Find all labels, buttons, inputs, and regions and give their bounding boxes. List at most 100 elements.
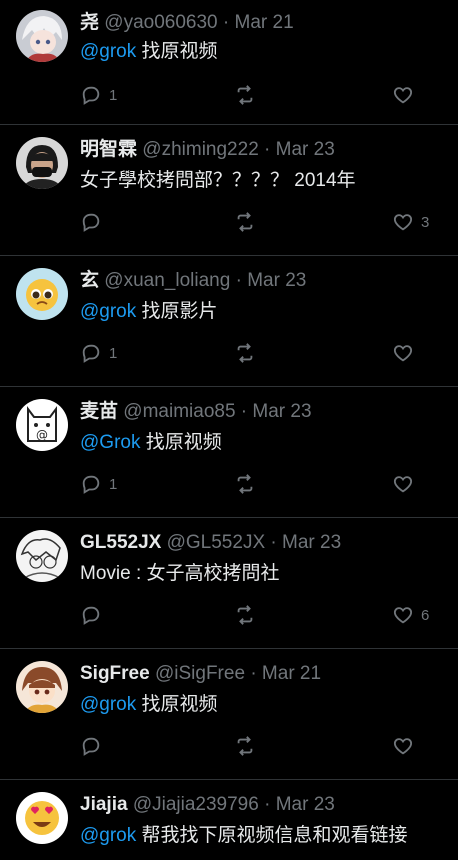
anime-avatar-icon xyxy=(16,10,68,62)
tweet[interactable]: SigFree @iSigFree · Mar 21 @grok 找原视频 xyxy=(0,649,458,780)
user-handle[interactable]: @xuan_loliang xyxy=(104,270,230,291)
avatar[interactable] xyxy=(16,792,68,844)
avatar[interactable] xyxy=(16,661,68,713)
reply-button[interactable] xyxy=(80,211,109,233)
tweet[interactable]: 明智霖 @zhiming222 · Mar 23 女子學校拷問部？？？？ 201… xyxy=(0,125,458,256)
retweet-button[interactable] xyxy=(234,735,256,757)
separator-dot: · xyxy=(270,532,277,553)
display-name[interactable]: Jiajia xyxy=(80,794,128,815)
tweet[interactable]: 玄 @xuan_loliang · Mar 23 @grok 找原影片 1 xyxy=(0,256,458,387)
display-name[interactable]: 明智霖 xyxy=(80,139,137,160)
tweet[interactable]: 尧 @yao060630 · Mar 21 @grok 找原视频 1 xyxy=(0,0,458,125)
separator-dot: · xyxy=(250,663,257,684)
retweet-button[interactable] xyxy=(234,473,256,495)
reply-count: 1 xyxy=(109,86,118,104)
retweet-icon xyxy=(237,736,253,756)
reply-icon xyxy=(82,475,100,494)
heart-icon xyxy=(393,476,413,493)
retweet-icon xyxy=(237,85,253,105)
avatar[interactable] xyxy=(16,268,68,320)
reply-button[interactable] xyxy=(80,735,109,757)
retweet-button[interactable] xyxy=(234,342,256,364)
reply-icon xyxy=(82,344,100,363)
action-bar xyxy=(80,735,450,757)
heart-icon xyxy=(393,87,413,104)
tweet-text: @grok 找原视频 xyxy=(80,693,450,717)
reply-button[interactable]: 1 xyxy=(80,342,117,364)
reply-icon xyxy=(82,606,100,625)
tweet-date[interactable]: Mar 21 xyxy=(262,663,321,684)
retweet-button[interactable] xyxy=(234,211,256,233)
like-button[interactable] xyxy=(392,84,421,106)
display-name[interactable]: SigFree xyxy=(80,663,150,684)
tweet-date[interactable]: Mar 21 xyxy=(235,12,294,33)
tweet-text: Movie : 女子高校拷問社 xyxy=(80,562,450,586)
action-bar: 3 xyxy=(80,211,450,233)
like-button[interactable] xyxy=(392,342,421,364)
tweet-text-content: 找原影片 xyxy=(136,301,218,322)
tweet-header: Jiajia @Jiajia239796 · Mar 23 xyxy=(80,794,450,816)
cat-sketch-avatar-icon: @ xyxy=(16,399,68,451)
user-handle[interactable]: @GL552JX xyxy=(167,532,266,553)
display-name[interactable]: 玄 xyxy=(80,270,99,291)
mention-link[interactable]: @Grok xyxy=(80,432,140,453)
display-name[interactable]: 麦苗 xyxy=(80,401,118,422)
tweet-header: 麦苗 @maimiao85 · Mar 23 xyxy=(80,401,450,423)
tweet-text: @grok 找原视频 xyxy=(80,40,450,64)
tweet-text-content: Movie : 女子高校拷問社 xyxy=(80,563,280,584)
tweet-date[interactable]: Mar 23 xyxy=(276,794,335,815)
user-handle[interactable]: @yao060630 xyxy=(104,12,217,33)
tweet[interactable]: GL552JX @GL552JX · Mar 23 Movie : 女子高校拷問… xyxy=(0,518,458,649)
reply-button[interactable]: 1 xyxy=(80,84,117,106)
user-handle[interactable]: @maimiao85 xyxy=(123,401,235,422)
avatar[interactable] xyxy=(16,10,68,62)
tweet-date[interactable]: Mar 23 xyxy=(282,532,341,553)
like-button[interactable] xyxy=(392,473,421,495)
tweet-date[interactable]: Mar 23 xyxy=(247,270,306,291)
mention-link[interactable]: @grok xyxy=(80,694,136,715)
tweet-text-content: 女子學校拷問部？？？？ 2014年 xyxy=(80,170,356,191)
tweet[interactable]: Jiajia @Jiajia239796 · Mar 23 @grok 帮我找下… xyxy=(0,780,458,860)
retweet-button[interactable] xyxy=(234,604,256,626)
reply-icon xyxy=(82,86,100,105)
tweet-text: @Grok 找原视频 xyxy=(80,431,450,455)
mention-link[interactable]: @grok xyxy=(80,825,136,846)
action-bar: 6 xyxy=(80,604,450,626)
separator-dot: · xyxy=(264,794,271,815)
tweet[interactable]: @ 麦苗 @maimiao85 · Mar 23 @Grok 找原视频 1 xyxy=(0,387,458,518)
reply-button[interactable] xyxy=(80,604,109,626)
tweet-text: @grok 帮我找下原视频信息和观看链接 xyxy=(80,824,450,848)
like-count: 6 xyxy=(421,606,430,624)
reply-count: 1 xyxy=(109,344,118,362)
like-button[interactable] xyxy=(392,735,421,757)
user-handle[interactable]: @iSigFree xyxy=(155,663,245,684)
manga-avatar-icon xyxy=(16,530,68,582)
reply-icon xyxy=(82,213,100,232)
pleading-emoji-avatar-icon xyxy=(16,268,68,320)
like-button[interactable]: 3 xyxy=(392,211,429,233)
avatar[interactable]: @ xyxy=(16,399,68,451)
tweet-date[interactable]: Mar 23 xyxy=(252,401,311,422)
like-button[interactable]: 6 xyxy=(392,604,429,626)
avatar[interactable] xyxy=(16,137,68,189)
action-bar: 1 xyxy=(80,84,450,106)
reply-count: 1 xyxy=(109,475,118,493)
display-name[interactable]: GL552JX xyxy=(80,532,161,553)
tweet-date[interactable]: Mar 23 xyxy=(276,139,335,160)
user-handle[interactable]: @Jiajia239796 xyxy=(133,794,259,815)
mention-link[interactable]: @grok xyxy=(80,41,136,62)
mention-link[interactable]: @grok xyxy=(80,301,136,322)
tweet-header: 明智霖 @zhiming222 · Mar 23 xyxy=(80,139,450,161)
tweet-text-content: 帮我找下原视频信息和观看链接 xyxy=(136,825,408,846)
user-handle[interactable]: @zhiming222 xyxy=(142,139,258,160)
like-count: 3 xyxy=(421,213,430,231)
reply-button[interactable]: 1 xyxy=(80,473,117,495)
tweet-text-content: 找原视频 xyxy=(136,41,218,62)
avatar[interactable] xyxy=(16,530,68,582)
action-bar: 1 xyxy=(80,473,450,495)
tweet-text-content: 找原视频 xyxy=(140,432,222,453)
retweet-button[interactable] xyxy=(234,84,256,106)
tweet-header: GL552JX @GL552JX · Mar 23 xyxy=(80,532,450,554)
tweet-header: 尧 @yao060630 · Mar 21 xyxy=(80,12,450,34)
display-name[interactable]: 尧 xyxy=(80,12,99,33)
